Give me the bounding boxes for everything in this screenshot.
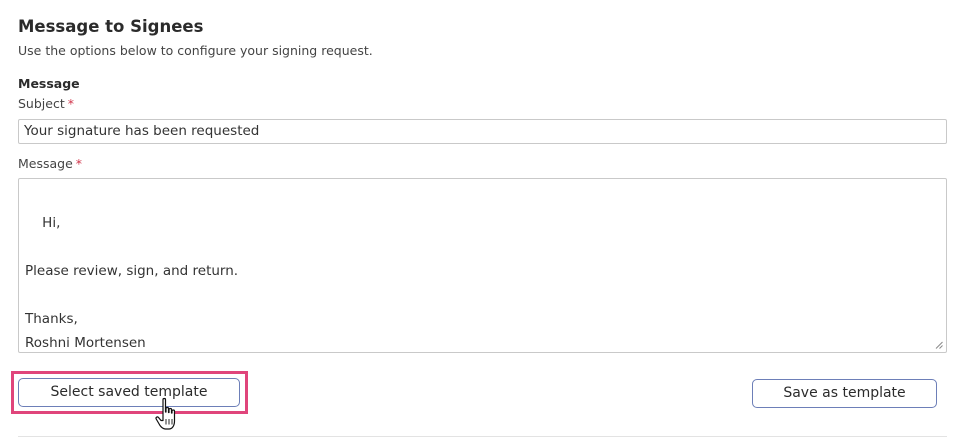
section-title: Message to Signees [18,17,204,36]
save-as-template-button[interactable]: Save as template [752,379,937,408]
message-textarea[interactable]: Hi, Please review, sign, and return. Tha… [18,178,947,353]
message-label-text: Message [18,156,73,171]
message-to-signees-panel: Message to Signees Use the options below… [0,0,963,443]
message-required-marker: * [75,156,83,171]
hand-pointer-icon [155,397,176,430]
subject-label: Subject * [18,96,74,111]
section-subtitle: Use the options below to configure your … [18,43,373,58]
select-saved-template-button[interactable]: Select saved template [18,378,240,407]
subject-input[interactable]: Your signature has been requested [18,119,947,144]
subject-label-text: Subject [18,96,65,111]
message-text: Hi, Please review, sign, and return. Tha… [25,215,239,351]
section-divider [18,436,947,437]
message-label: Message * [18,156,82,171]
message-group-label: Message [18,76,80,91]
resize-grip-icon[interactable] [935,341,943,349]
subject-required-marker: * [67,96,74,111]
